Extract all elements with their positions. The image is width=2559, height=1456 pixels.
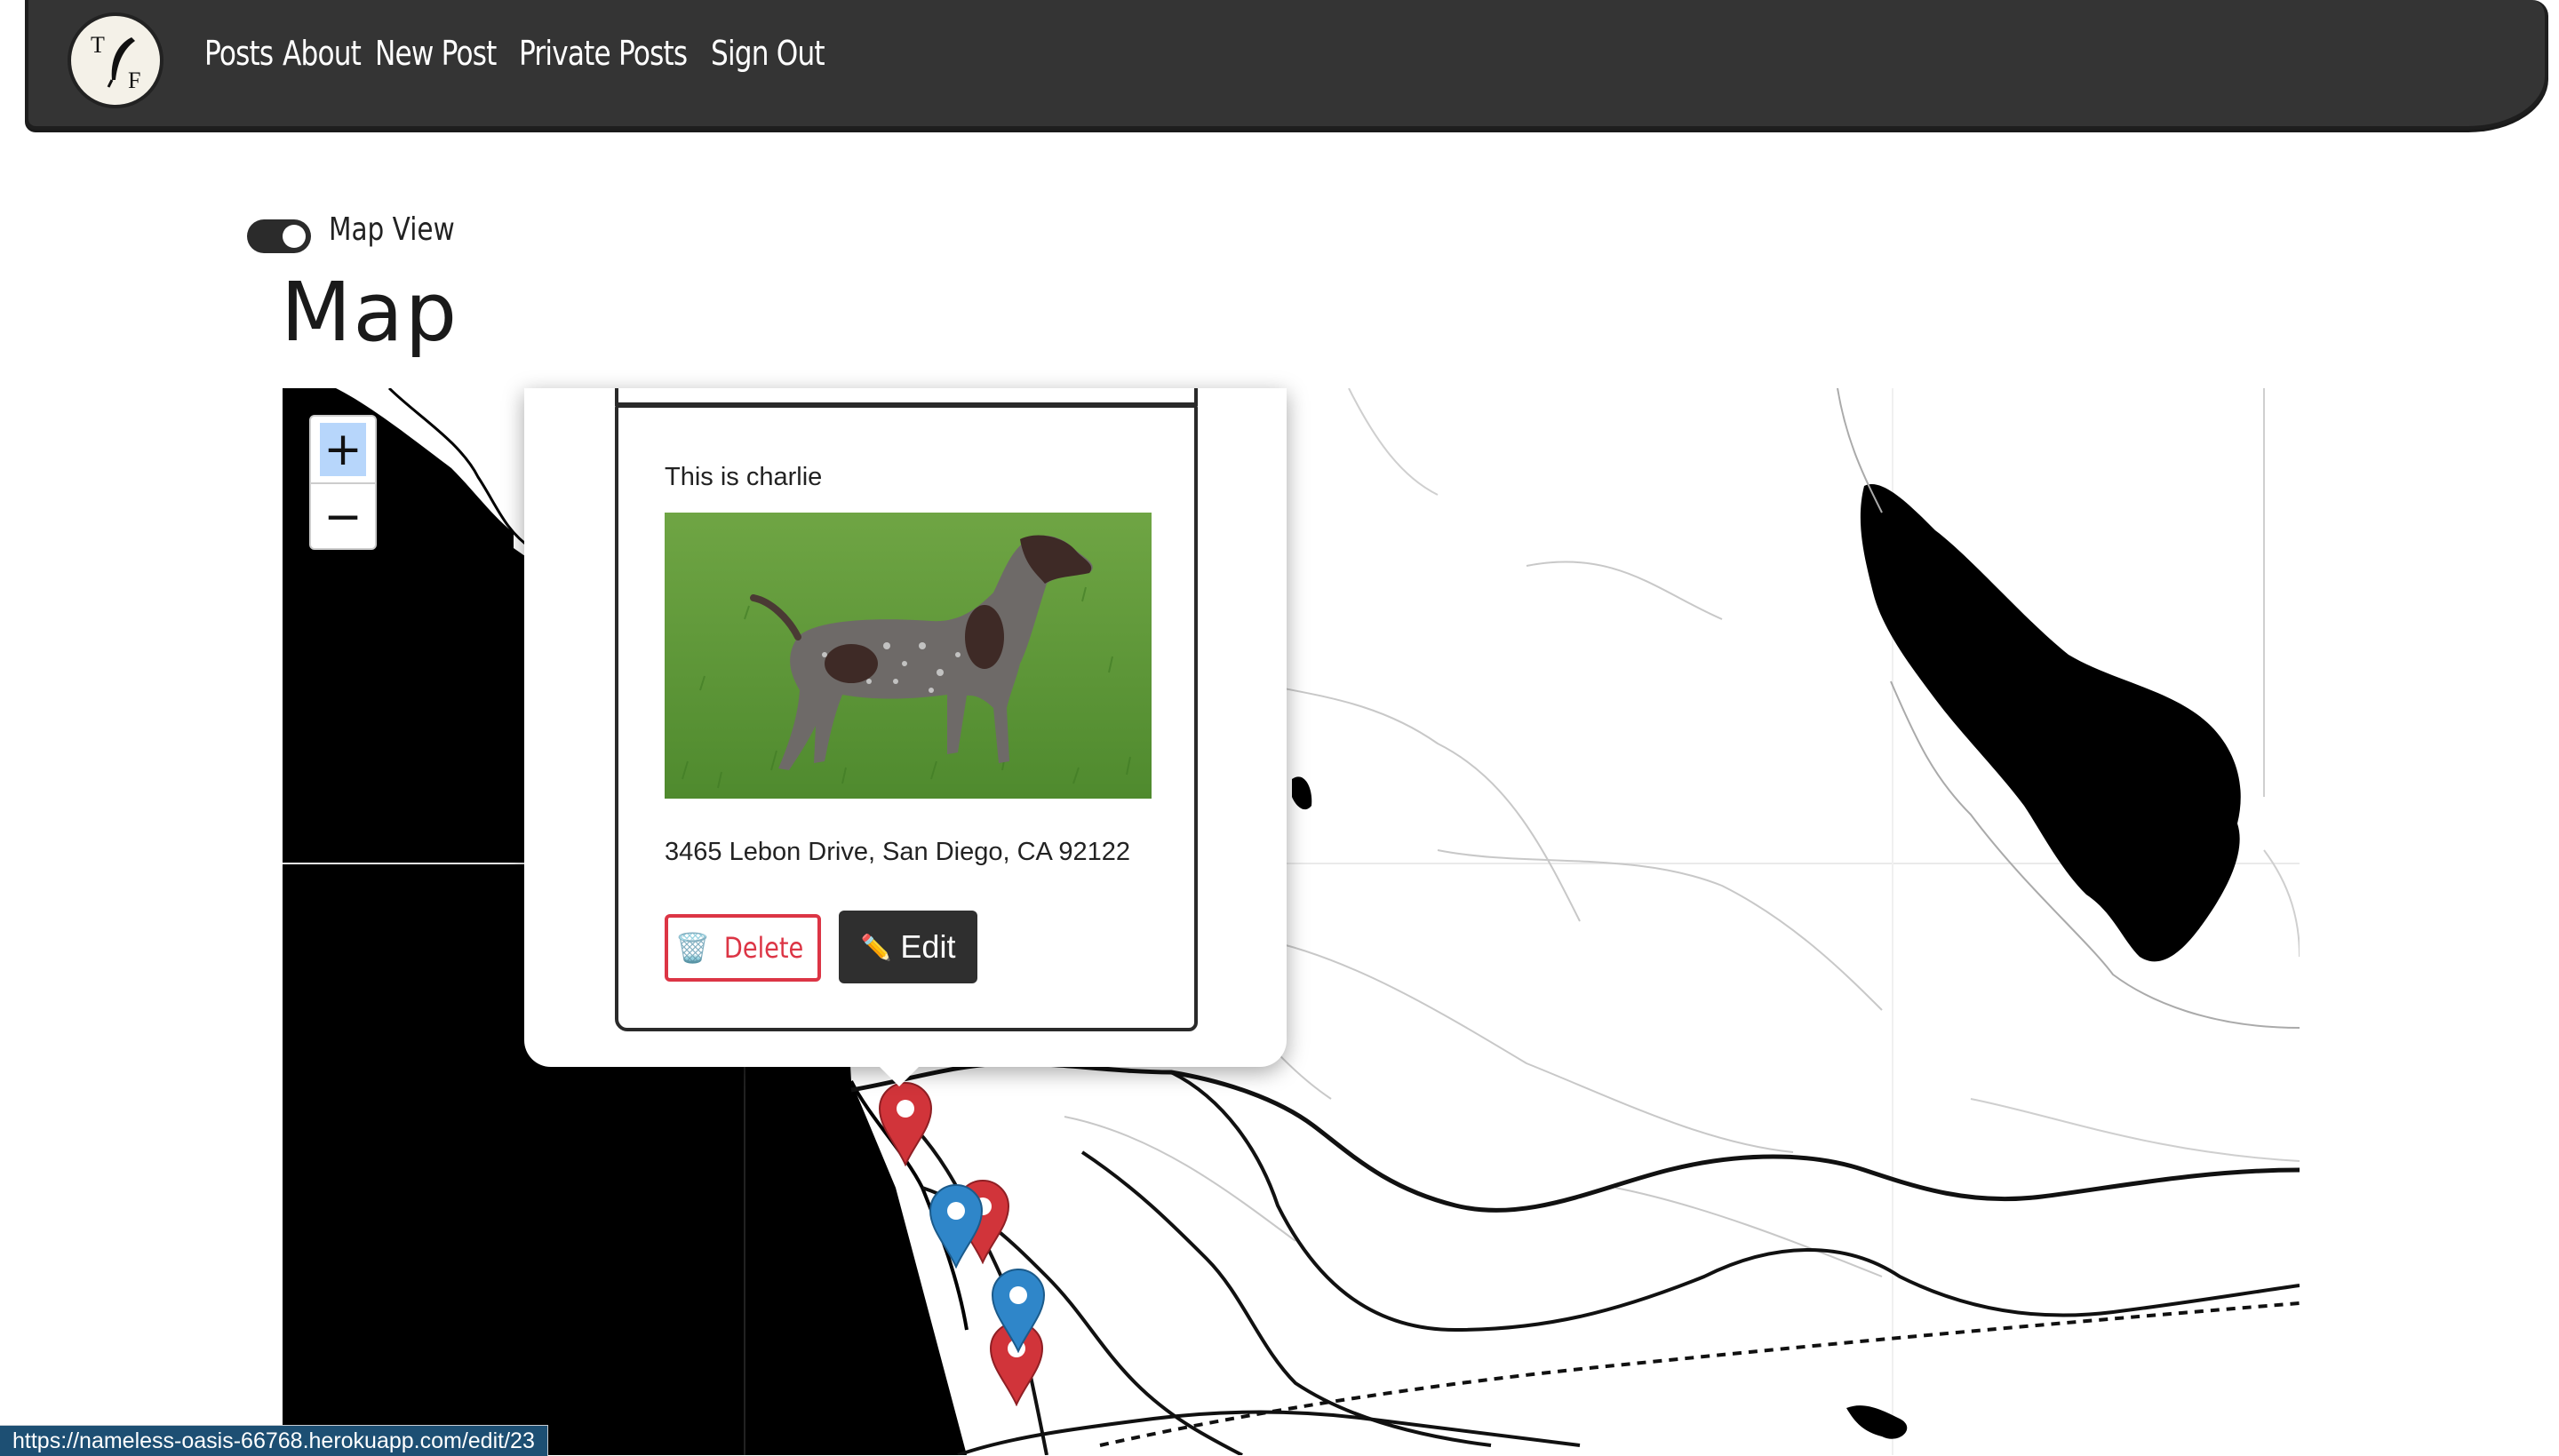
zoom-control: + − xyxy=(309,415,377,550)
map-view-label: Map View xyxy=(329,211,455,248)
popup-tip xyxy=(880,1067,919,1086)
nav-about[interactable]: About xyxy=(283,34,364,73)
edit-label: Edit xyxy=(900,928,956,965)
trash-icon: 🗑️ xyxy=(674,931,711,965)
map-marker-red[interactable] xyxy=(878,1081,933,1166)
nav-sign-out[interactable]: Sign Out xyxy=(711,34,827,73)
zoom-out-button[interactable]: − xyxy=(311,484,375,550)
nav-private-posts[interactable]: Private Posts xyxy=(519,34,688,73)
delete-button[interactable]: 🗑️ Delete xyxy=(665,914,821,982)
zoom-in-button[interactable]: + xyxy=(311,417,375,484)
map-view-toggle[interactable] xyxy=(247,219,311,253)
dog-photo xyxy=(665,513,1152,799)
logo-letter-f: F xyxy=(128,68,141,93)
pencil-icon: ✏️ xyxy=(860,933,892,961)
toggle-knob xyxy=(283,225,306,248)
nav-posts[interactable]: Posts xyxy=(204,34,275,73)
map-popup: This is charlie 3465 Lebon Drive, San Di… xyxy=(524,388,1287,1086)
edit-button[interactable]: ✏️ Edit xyxy=(839,911,977,983)
post-description: This is charlie xyxy=(665,463,823,491)
delete-label: Delete xyxy=(724,931,804,965)
site-logo[interactable]: T F xyxy=(68,12,163,108)
post-card: This is charlie 3465 Lebon Drive, San Di… xyxy=(615,404,1198,1031)
nav-new-post[interactable]: New Post xyxy=(375,34,497,73)
map-marker-blue[interactable] xyxy=(991,1268,1046,1353)
popup-card-top-edge xyxy=(615,388,1198,406)
top-navbar: T F Posts About New Post Private Posts S… xyxy=(25,0,2548,130)
page-title: Map xyxy=(281,265,459,360)
post-address: 3465 Lebon Drive, San Diego, CA 92122 xyxy=(665,838,1130,866)
status-bar-url: https://nameless-oasis-66768.herokuapp.c… xyxy=(0,1425,548,1456)
post-photo xyxy=(665,513,1152,799)
map-marker-blue[interactable] xyxy=(929,1183,984,1269)
